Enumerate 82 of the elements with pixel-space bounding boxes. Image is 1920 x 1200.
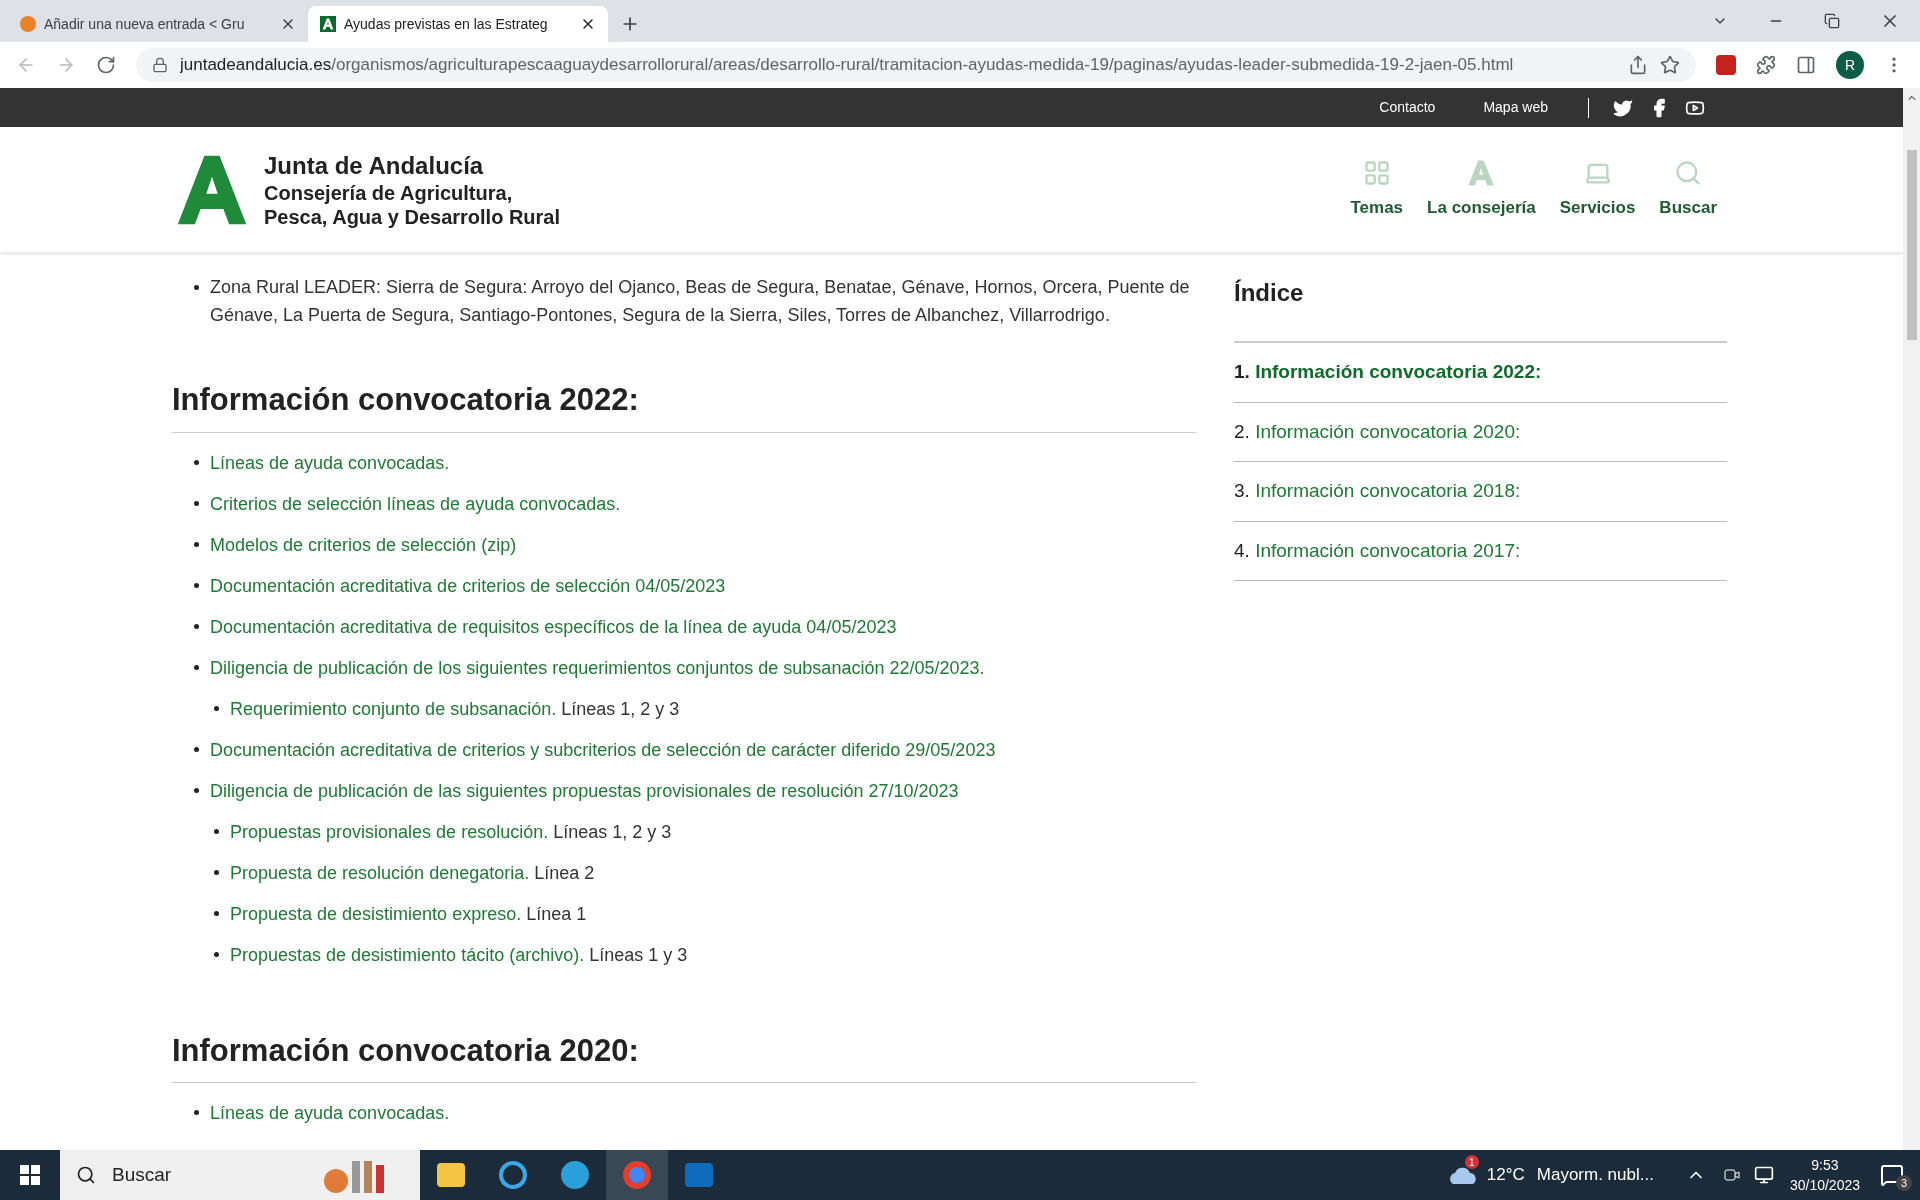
search-icon xyxy=(1674,158,1703,187)
bullet-icon xyxy=(194,285,199,290)
bullet-icon xyxy=(194,582,199,588)
site-title: Junta de Andalucía xyxy=(264,150,485,181)
document-link[interactable]: Propuesta de resolución denegatoria. xyxy=(230,862,530,883)
profile-avatar[interactable]: R xyxy=(1836,51,1864,79)
document-link[interactable]: Documentación acreditativa de requisitos específicos de la línea de ayuda 04/05/2023 xyxy=(210,616,897,637)
document-link[interactable]: Documentación acreditativa de criterios de selección 04/05/2023 xyxy=(210,575,726,596)
twitter-icon[interactable] xyxy=(1613,97,1633,118)
bullet-icon xyxy=(194,541,199,547)
restore-icon[interactable] xyxy=(1824,13,1840,29)
share-icon[interactable] xyxy=(1628,55,1648,75)
url-text: juntadeandalucia.es/organismos/agriculturapescaaguaydesarrollorural/areas/desarrollo-rural/tramitacion-ayudas-medida-19/paginas/ayudas-leader-submedida-19-2-jaen-05.html xyxy=(180,54,1515,77)
index-title: Índice xyxy=(1234,275,1727,343)
search-placeholder: Buscar xyxy=(112,1162,173,1187)
nav-link[interactable]: Temas xyxy=(1350,158,1404,221)
bullet-icon xyxy=(194,746,199,752)
intro-text: Zona Rural LEADER: Sierra de Segura: Arroyo del Ojanco, Beas de Segura, Benatae, Génave, Hornos, Orcera, Puente de Génave, La Puerta de Segura, Santiago-Pontones, Segura de la Sierra, Siles, Torres de Albanchez, Villarrodrigo. xyxy=(210,276,1191,327)
reload-icon[interactable] xyxy=(96,55,116,75)
bullet-icon xyxy=(194,500,199,506)
bullet-icon xyxy=(214,705,219,711)
bullet-icon xyxy=(194,459,199,465)
bullet-icon xyxy=(214,910,219,916)
document-link[interactable]: Modelos de criterios de selección (zip) xyxy=(210,534,517,555)
clock-date: 30/10/2023 xyxy=(1789,1176,1860,1195)
top-link[interactable]: Contacto xyxy=(1355,97,1460,118)
index-link[interactable]: 2. Información convocatoria 2020: xyxy=(1234,402,1727,462)
address-bar[interactable]: juntadeandalucia.es/organismos/agriculturapescaaguaydesarrollorural/areas/desarrollo-rural/tramitacion-ayudas-medida-19/paginas/ayudas-leader-submedida-19-2-jaen-05.html xyxy=(136,48,1696,82)
bullet-icon xyxy=(194,623,199,629)
document-link[interactable]: Diligencia de publicación de los siguientes requerimientos conjuntos de subsanación 22/05/2023. xyxy=(210,657,985,678)
top-link[interactable]: Mapa web xyxy=(1459,97,1572,118)
document-link[interactable]: Líneas de ayuda convocadas. xyxy=(210,452,450,473)
bullet-icon xyxy=(214,951,219,957)
letter-a-icon xyxy=(1467,158,1496,187)
bullet-icon xyxy=(194,1110,199,1115)
site-subtitle: Pesca, Agua y Desarrollo Rural xyxy=(264,204,561,229)
notification-count: 3 xyxy=(1896,1175,1912,1191)
network-icon[interactable] xyxy=(1753,1165,1774,1185)
document-link[interactable]: Propuestas de desistimiento tácito (archivo). xyxy=(230,944,585,965)
grid-icon xyxy=(1362,158,1391,187)
document-link[interactable]: Propuestas provisionales de resolución. xyxy=(230,821,549,842)
weather-badge: 1 xyxy=(1464,1155,1479,1169)
index-link[interactable]: 3. Información convocatoria 2018: xyxy=(1234,462,1727,522)
lock-icon xyxy=(152,57,168,73)
lines-note: Líneas 1 y 3 xyxy=(588,944,688,965)
weather-text: Mayorm. nubl... xyxy=(1536,1164,1654,1187)
browser-tab[interactable]: Añadir una nueva entrada < Gru xyxy=(8,6,308,42)
nav-link[interactable]: Servicios xyxy=(1559,158,1636,221)
browser-tab[interactable]: Ayudas previstas en las Estrateg xyxy=(308,6,608,42)
nav-link[interactable]: La consejería xyxy=(1427,158,1536,221)
nav-link[interactable]: Buscar xyxy=(1659,158,1717,221)
extensions-icon[interactable] xyxy=(1756,55,1776,75)
document-link[interactable]: Líneas de ayuda convocadas. xyxy=(210,1103,450,1123)
scrollbar[interactable] xyxy=(1903,88,1920,1150)
document-link[interactable]: Documentación acreditativa de criterios y subcriterios de selección de carácter diferido 29/05/2023 xyxy=(210,739,996,760)
lines-note: Líneas 1, 2 y 3 xyxy=(552,821,672,842)
document-link[interactable]: Propuesta de desistimiento expreso. xyxy=(230,903,522,924)
temperature: 12°C xyxy=(1486,1164,1525,1187)
document-link[interactable]: Diligencia de publicación de las siguientes propuestas provisionales de resolución 27/10/2023 xyxy=(210,780,959,801)
lines-note: Líneas 1, 2 y 3 xyxy=(560,698,680,719)
bullet-icon xyxy=(214,869,219,875)
tab-title: Ayudas previstas en las Estrateg xyxy=(344,14,549,34)
section-heading: Información convocatoria 2020: xyxy=(172,1027,1196,1083)
search-icon xyxy=(76,1165,96,1185)
browser-icon[interactable] xyxy=(606,1150,668,1200)
bullet-icon xyxy=(194,787,199,793)
document-link[interactable]: Criterios de selección líneas de ayuda convocadas. xyxy=(210,493,621,514)
taskbar-search[interactable]: Buscar xyxy=(60,1150,420,1200)
bookmark-icon[interactable] xyxy=(1660,55,1680,75)
bullet-icon xyxy=(194,664,199,670)
site-subtitle: Consejería de Agricultura, xyxy=(264,180,514,205)
side-panel-icon[interactable] xyxy=(1796,55,1816,75)
index-link[interactable]: 1. Información convocatoria 2022: xyxy=(1234,343,1727,403)
lines-note: Línea 1 xyxy=(525,903,587,924)
bullet-icon xyxy=(214,828,219,834)
clock-time: 9:53 xyxy=(1811,1156,1839,1175)
lines-note: Línea 2 xyxy=(533,862,595,883)
scrollbar-thumb[interactable] xyxy=(1906,150,1917,340)
section-heading: Información convocatoria 2022: xyxy=(172,377,1196,433)
document-link[interactable]: Requerimiento conjunto de subsanación. xyxy=(230,698,557,719)
tab-title: Añadir una nueva entrada < Gru xyxy=(44,14,246,34)
index-link[interactable]: 4. Información convocatoria 2017: xyxy=(1234,521,1727,581)
